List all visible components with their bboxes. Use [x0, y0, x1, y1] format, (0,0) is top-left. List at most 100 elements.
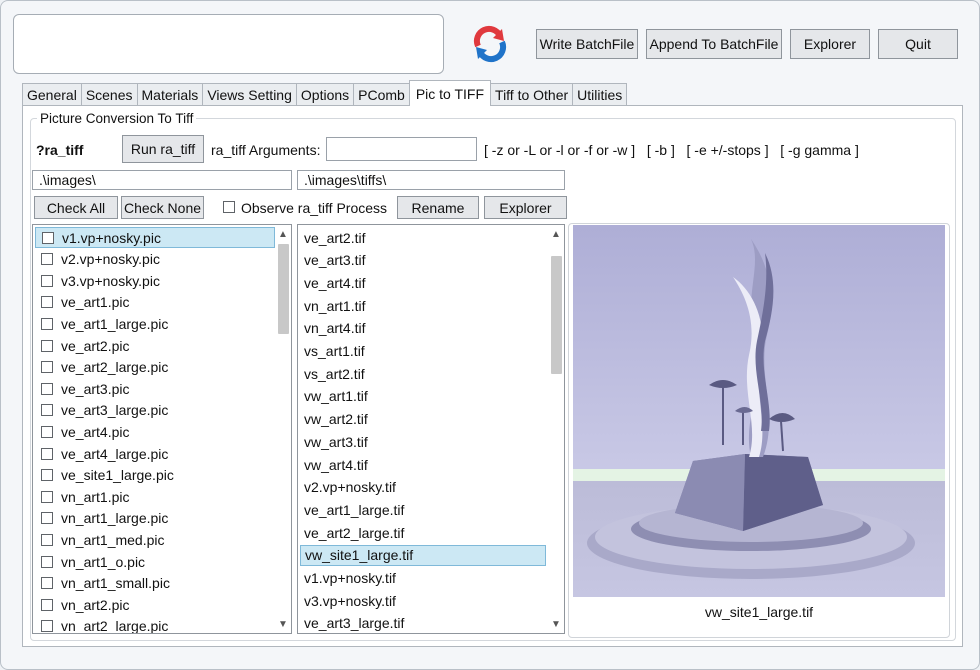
tab-views-setting[interactable]: Views Setting: [202, 83, 297, 106]
pic-list-item[interactable]: vn_art1.pic: [35, 486, 275, 507]
explorer-button[interactable]: Explorer: [484, 196, 567, 219]
pic-file-name: ve_art2_large.pic: [61, 359, 169, 376]
pic-list-item[interactable]: ve_art4.pic: [35, 421, 275, 442]
explorer-top-button[interactable]: Explorer: [790, 29, 870, 59]
pic-list-item[interactable]: vn_art2_large.pic: [35, 616, 275, 633]
tab-pcomb[interactable]: PComb: [353, 83, 410, 106]
pic-list-item[interactable]: ve_site1_large.pic: [35, 465, 275, 486]
file-checkbox[interactable]: [42, 231, 54, 244]
pic-list-item[interactable]: vn_art1_small.pic: [35, 573, 275, 594]
file-checkbox[interactable]: [41, 339, 53, 352]
file-checkbox[interactable]: [41, 469, 53, 482]
tif-list-item[interactable]: vs_art1.tif: [300, 341, 546, 362]
tif-list-item[interactable]: vw_art1.tif: [300, 386, 546, 407]
file-checkbox[interactable]: [41, 425, 53, 438]
file-checkbox[interactable]: [41, 404, 53, 417]
tab-materials[interactable]: Materials: [136, 83, 204, 106]
file-checkbox[interactable]: [41, 490, 53, 503]
file-checkbox[interactable]: [41, 598, 53, 611]
tif-list-item[interactable]: ve_art1_large.tif: [300, 499, 546, 520]
batch-command-textarea[interactable]: [13, 14, 444, 74]
file-checkbox[interactable]: [41, 577, 53, 590]
tab-utilities[interactable]: Utilities: [572, 83, 628, 106]
tif-list-item[interactable]: v3.vp+nosky.tif: [300, 590, 546, 611]
ra-tiff-arguments-input[interactable]: [326, 137, 477, 161]
file-checkbox[interactable]: [41, 361, 53, 374]
run-ra-tiff-button[interactable]: Run ra_tiff: [122, 135, 204, 163]
scroll-up-icon[interactable]: ▲: [275, 226, 291, 242]
ra-tiff-arguments-hint: [ -z or -L or -l or -f or -w ] [ -b ] [ …: [484, 142, 859, 158]
tif-list-item[interactable]: vs_art2.tif: [300, 363, 546, 384]
pic-file-list[interactable]: vn_art2_large.pic vn_art2.pic vn_art1_smal…: [32, 224, 292, 634]
tif-file-name: ve_art3.tif: [304, 252, 366, 269]
pic-list-item[interactable]: vn_art1_large.pic: [35, 508, 275, 529]
tif-file-list[interactable]: ve_art3_large.tif v3.vp+nosky.tif v1.vp+no…: [297, 224, 565, 634]
tif-list-item[interactable]: ve_art3_large.tif: [300, 613, 546, 633]
pic-list-item[interactable]: vn_art1_o.pic: [35, 551, 275, 572]
tif-file-name: vw_site1_large.tif: [305, 547, 414, 564]
pic-file-name: v2.vp+nosky.pic: [61, 251, 160, 268]
tif-list-item[interactable]: vn_art4.tif: [300, 318, 546, 339]
file-checkbox[interactable]: [41, 555, 53, 568]
tif-file-name: v2.vp+nosky.tif: [304, 479, 396, 496]
tab-general[interactable]: General: [22, 83, 82, 106]
pic-list-item[interactable]: ve_art1.pic: [35, 292, 275, 313]
file-checkbox[interactable]: [41, 620, 53, 633]
scroll-down-icon[interactable]: ▼: [275, 616, 291, 632]
file-checkbox[interactable]: [41, 382, 53, 395]
pic-list-item[interactable]: ve_art1_large.pic: [35, 313, 275, 334]
tab-tiff-to-other[interactable]: Tiff to Other: [490, 83, 574, 106]
tif-list-item[interactable]: v2.vp+nosky.tif: [300, 477, 546, 498]
pic-file-name: v3.vp+nosky.pic: [61, 272, 160, 289]
scroll-down-icon[interactable]: ▼: [548, 616, 564, 632]
file-checkbox[interactable]: [41, 447, 53, 460]
file-checkbox[interactable]: [41, 317, 53, 330]
observe-process-checkbox[interactable]: [223, 201, 235, 213]
tif-list-item[interactable]: vw_art2.tif: [300, 409, 546, 430]
target-directory-input[interactable]: .\images\tiffs\: [297, 170, 565, 190]
tab-pic-to-tiff[interactable]: Pic to TIFF: [408, 80, 492, 106]
pic-list-item[interactable]: ve_art2_large.pic: [35, 357, 275, 378]
tif-list-item[interactable]: vw_site1_large.tif: [300, 544, 546, 566]
scroll-thumb[interactable]: [551, 256, 562, 374]
tif-list-item[interactable]: ve_art2.tif: [300, 227, 546, 248]
pic-list-scrollbar[interactable]: ▲ ▼: [275, 225, 291, 633]
scroll-thumb[interactable]: [278, 244, 289, 334]
check-all-button[interactable]: Check All: [34, 196, 118, 219]
pic-list-item[interactable]: vn_art2.pic: [35, 594, 275, 615]
tif-list-item[interactable]: ve_art4.tif: [300, 272, 546, 293]
scroll-up-icon[interactable]: ▲: [548, 226, 564, 242]
check-none-button[interactable]: Check None: [121, 196, 204, 219]
pic-list-item[interactable]: v2.vp+nosky.pic: [35, 249, 275, 270]
source-directory-input[interactable]: .\images\: [32, 170, 292, 190]
pic-list-item[interactable]: v1.vp+nosky.pic: [35, 227, 275, 248]
tif-list-item[interactable]: ve_art2_large.tif: [300, 522, 546, 543]
pic-file-name: vn_art1_o.pic: [61, 553, 146, 570]
pic-list-item[interactable]: ve_art4_large.pic: [35, 443, 275, 464]
file-checkbox[interactable]: [41, 296, 53, 309]
pic-list-item[interactable]: ve_art3.pic: [35, 378, 275, 399]
tif-list-item[interactable]: ve_art3.tif: [300, 250, 546, 271]
file-checkbox[interactable]: [41, 253, 53, 266]
pic-list-item[interactable]: v3.vp+nosky.pic: [35, 270, 275, 291]
write-batchfile-button[interactable]: Write BatchFile: [536, 29, 638, 59]
tab-scenes[interactable]: Scenes: [80, 83, 138, 106]
tif-list-scrollbar[interactable]: ▲ ▼: [548, 225, 564, 633]
file-checkbox[interactable]: [41, 512, 53, 525]
pic-list-item[interactable]: ve_art2.pic: [35, 335, 275, 356]
quit-button[interactable]: Quit: [878, 29, 958, 59]
tif-list-item[interactable]: vw_art4.tif: [300, 454, 546, 475]
pic-list-item[interactable]: ve_art3_large.pic: [35, 400, 275, 421]
pic-list-item[interactable]: vn_art1_med.pic: [35, 529, 275, 550]
pic-to-tiff-panel: Picture Conversion To Tiff ?ra_tiff Run …: [22, 105, 963, 647]
tif-file-name: vw_art1.tif: [304, 388, 368, 405]
tif-list-item[interactable]: vn_art1.tif: [300, 295, 546, 316]
tif-list-item[interactable]: v1.vp+nosky.tif: [300, 568, 546, 589]
file-checkbox[interactable]: [41, 274, 53, 287]
pic-file-name: v1.vp+nosky.pic: [62, 229, 161, 246]
tab-options[interactable]: Options: [295, 83, 355, 106]
rename-button[interactable]: Rename: [397, 196, 479, 219]
append-batchfile-button[interactable]: Append To BatchFile: [646, 29, 782, 59]
file-checkbox[interactable]: [41, 533, 53, 546]
tif-list-item[interactable]: vw_art3.tif: [300, 431, 546, 452]
